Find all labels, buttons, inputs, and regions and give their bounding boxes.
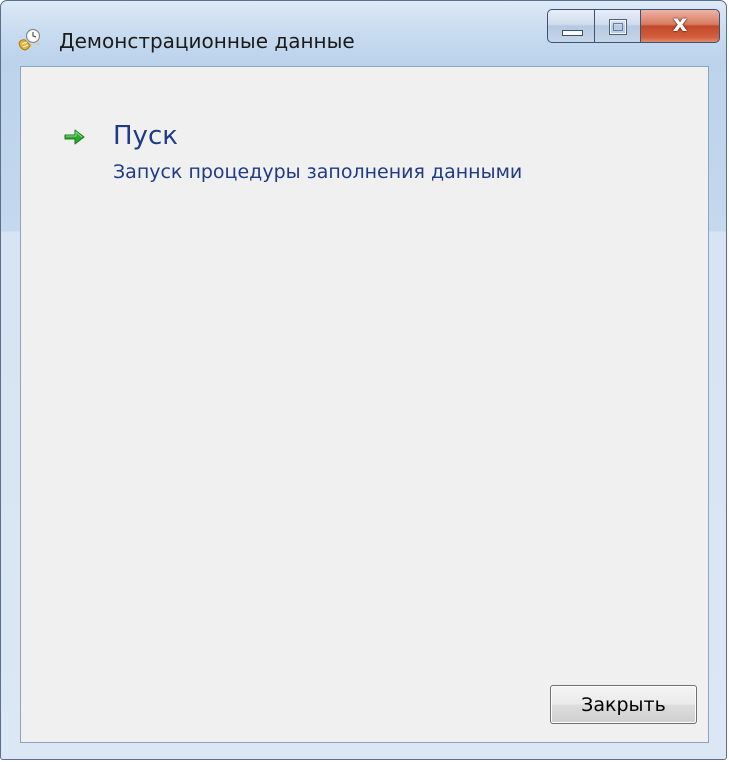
minimize-button[interactable]	[547, 9, 594, 43]
task-description: Запуск процедуры заполнения данными	[113, 161, 523, 183]
green-arrow-icon	[63, 127, 87, 147]
close-button[interactable]: Закрыть	[550, 685, 697, 724]
close-icon: x	[672, 11, 688, 37]
client-area: Пуск Запуск процедуры заполнения данными…	[20, 66, 709, 743]
maximize-button[interactable]	[594, 9, 640, 43]
wizard-icon	[17, 27, 43, 53]
dialog-window: Демонстрационные данные x Пуск Запуск пр…	[0, 0, 727, 760]
close-window-button[interactable]: x	[640, 9, 720, 43]
minimize-icon	[562, 30, 583, 36]
window-title: Демонстрационные данные	[59, 29, 355, 53]
title-bar[interactable]: Демонстрационные данные x	[1, 1, 726, 61]
task-title-link[interactable]: Пуск	[113, 119, 178, 153]
caption-buttons: x	[547, 9, 720, 43]
maximize-icon	[609, 19, 627, 35]
